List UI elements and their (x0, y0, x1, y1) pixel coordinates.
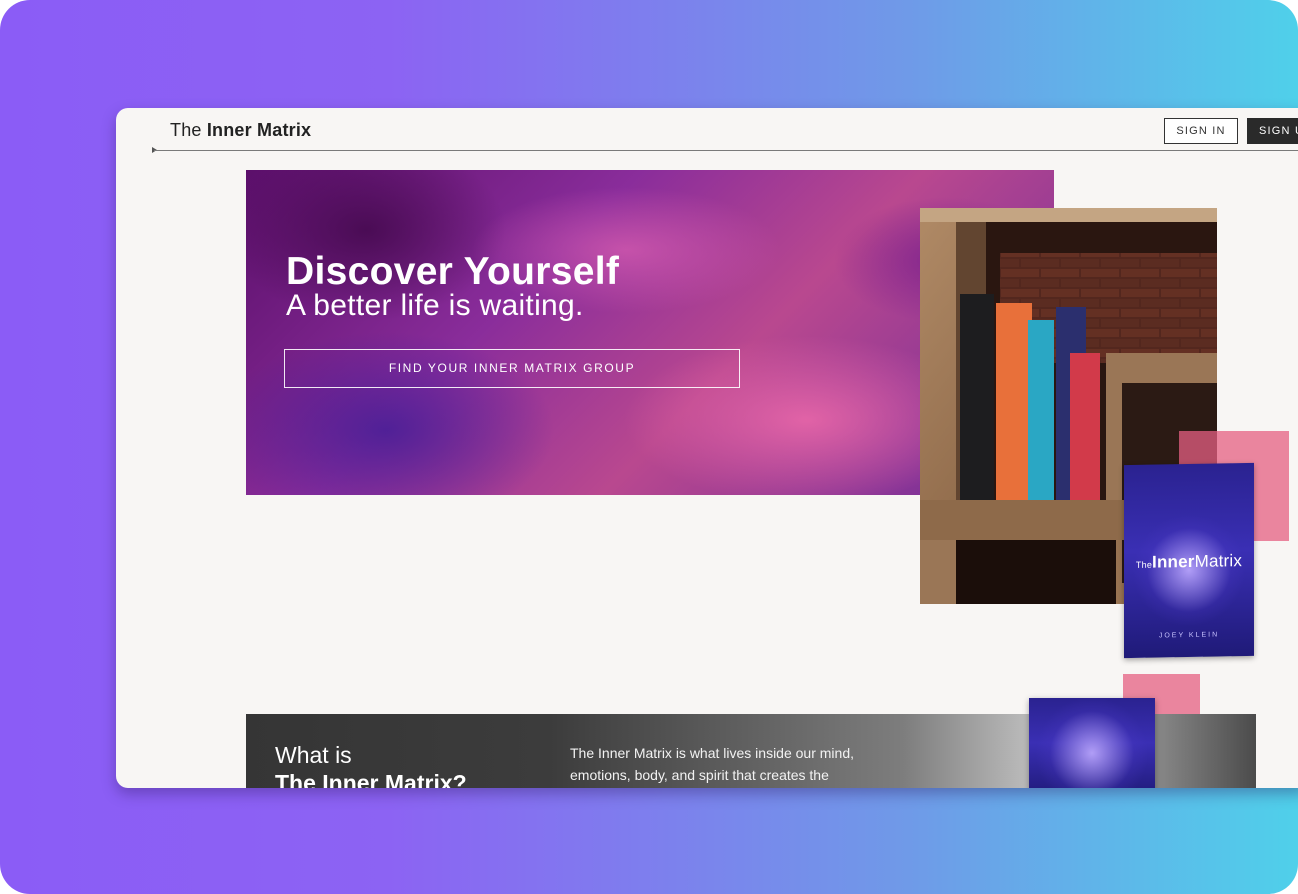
header-divider (154, 150, 1298, 151)
sign-in-button[interactable]: SIGN IN (1164, 118, 1238, 144)
sign-up-button[interactable]: SIGN UP (1247, 118, 1298, 144)
book-cover: TheInnerMatrix JOEY KLEIN (1124, 462, 1254, 659)
book-title: TheInnerMatrix (1135, 551, 1243, 572)
gradient-background: The Inner Matrix SIGN IN SIGN UP Discove… (0, 0, 1298, 894)
logo-prefix: The (170, 120, 202, 140)
browser-window: The Inner Matrix SIGN IN SIGN UP Discove… (116, 108, 1298, 788)
book-cover-secondary (1029, 698, 1155, 788)
hero-subtitle: A better life is waiting. (286, 289, 584, 322)
about-heading-line1: What is (275, 742, 352, 768)
book-author: JOEY KLEIN (1158, 631, 1220, 640)
about-description: The Inner Matrix is what lives inside ou… (570, 745, 854, 783)
find-group-button[interactable]: FIND YOUR INNER MATRIX GROUP (284, 349, 740, 388)
site-logo[interactable]: The Inner Matrix (170, 120, 311, 141)
hero-title: Discover Yourself (286, 250, 620, 293)
about-heading-line2: The Inner Matrix? (275, 770, 467, 788)
logo-strong: Inner Matrix (206, 120, 312, 140)
